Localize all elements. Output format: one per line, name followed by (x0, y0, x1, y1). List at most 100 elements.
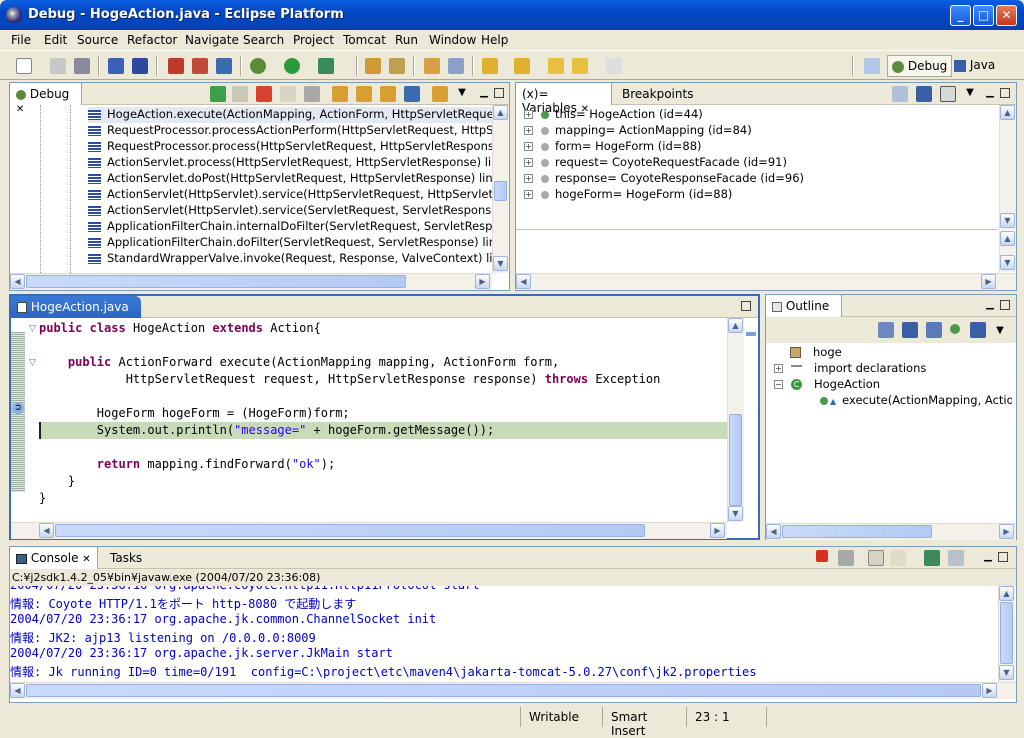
editor-vertical-scrollbar[interactable]: ▲ ▼ (727, 318, 744, 522)
last-edit-icon[interactable] (548, 58, 564, 74)
console-horizontal-scrollbar[interactable]: ◀ ▶ (10, 682, 1016, 699)
step-over-icon[interactable] (356, 86, 372, 102)
variable-row[interactable]: + mapping= ActionMapping (id=84) (524, 123, 994, 139)
code-line[interactable]: HogeForm hogeForm = (HogeForm)form; (39, 406, 350, 423)
terminate-icon[interactable] (816, 550, 828, 562)
variable-row[interactable]: + response= CoyoteResponseFacade (id=96) (524, 171, 994, 187)
tab-breakpoints[interactable]: Breakpoints (616, 83, 699, 105)
view-menu-icon[interactable]: ▼ (994, 325, 1006, 337)
search-icon[interactable] (389, 58, 405, 74)
outline-horizontal-scrollbar[interactable]: ◀ ▶ (766, 523, 1016, 540)
show-logical-structure-icon[interactable] (916, 86, 932, 102)
minimize-view-icon[interactable]: ▁ (984, 87, 996, 99)
debug-horizontal-scrollbar[interactable]: ◀ ▶ (10, 273, 492, 290)
external-tools-icon[interactable] (318, 58, 334, 74)
minimize-view-icon[interactable]: ▁ (478, 87, 490, 99)
stack-frame[interactable]: ApplicationFilterChain.doFilter(ServletR… (88, 235, 492, 251)
maximize-view-icon[interactable] (741, 301, 751, 311)
menu-edit[interactable]: Edit (44, 33, 67, 47)
next-annotation-icon[interactable] (482, 58, 498, 74)
menu-tomcat[interactable]: Tomcat (343, 33, 386, 47)
menu-help[interactable]: Help (481, 33, 508, 47)
minimize-button[interactable]: _ (950, 5, 971, 26)
tab-outline[interactable]: Outline ✕ (766, 295, 842, 327)
forward-icon[interactable] (606, 58, 622, 74)
close-icon[interactable]: ✕ (82, 554, 90, 565)
outline-item-imports[interactable]: + import declarations (774, 361, 1010, 377)
code-line[interactable]: HttpServletRequest request, HttpServletR… (39, 372, 661, 389)
maximize-view-icon[interactable] (494, 88, 504, 98)
view-menu-icon[interactable]: ▼ (456, 87, 468, 99)
display-console-icon[interactable] (948, 550, 964, 566)
minimize-view-icon[interactable]: ▁ (982, 551, 994, 563)
variable-row[interactable]: + this= HogeAction (id=44) (524, 107, 994, 123)
variable-row[interactable]: + request= CoyoteRequestFacade (id=91) (524, 155, 994, 171)
open-project-icon[interactable] (365, 58, 381, 74)
view-menu-icon[interactable]: ▼ (964, 87, 976, 99)
hide-static-icon[interactable] (926, 322, 942, 338)
editor-horizontal-scrollbar[interactable]: ◀ ▶ (11, 522, 727, 539)
tab-console[interactable]: Console ✕ (10, 547, 98, 569)
code-line[interactable]: public class HogeAction extends Action{ (39, 321, 321, 338)
toggle-breakpoint-icon[interactable] (168, 58, 184, 74)
fold-class-icon[interactable]: ▽ (29, 324, 36, 334)
pin-console-icon[interactable] (924, 550, 940, 566)
code-line[interactable]: public ActionForward execute(ActionMappi… (39, 355, 559, 372)
resume-icon[interactable] (210, 86, 226, 102)
code-line[interactable]: return mapping.findForward("ok"); (39, 457, 335, 474)
variables-vertical-scrollbar[interactable]: ▲ ▼ (999, 105, 1016, 230)
close-icon[interactable]: ✕ (16, 104, 24, 115)
tab-hogeaction-java[interactable]: HogeAction.java ✕ (11, 296, 141, 328)
debug-vertical-scrollbar[interactable]: ▲ ▼ (492, 105, 509, 273)
stack-frame[interactable]: ActionServlet.process(HttpServletRequest… (88, 155, 492, 171)
suspend-icon[interactable] (232, 86, 248, 102)
open-perspective-icon[interactable] (864, 58, 880, 74)
menu-source[interactable]: Source (77, 33, 118, 47)
close-button[interactable]: ✕ (996, 5, 1017, 26)
fold-method-icon[interactable]: ▽ (29, 358, 36, 368)
scroll-lock-icon[interactable] (868, 550, 884, 566)
back-icon[interactable] (572, 58, 588, 74)
new-icon[interactable] (16, 58, 32, 74)
detail-vertical-scrollbar[interactable]: ▲ ▼ (999, 231, 1016, 272)
tab-debug[interactable]: Debug ✕ (10, 83, 82, 115)
stack-frame[interactable]: HogeAction.execute(ActionMapping, Action… (88, 107, 492, 123)
remove-terminated-icon[interactable] (304, 86, 320, 102)
hide-nonpublic-icon[interactable] (950, 324, 960, 334)
open-type-hierarchy-icon[interactable] (132, 58, 148, 74)
stack-frame[interactable]: ActionServlet.doPost(HttpServletRequest,… (88, 171, 492, 187)
terminate-icon[interactable] (256, 86, 272, 102)
outline-item-class[interactable]: − C HogeAction (774, 377, 1010, 393)
stack-frame[interactable]: ApplicationFilterChain.internalDoFilter(… (88, 219, 492, 235)
tab-tasks[interactable]: Tasks (104, 547, 148, 569)
code-line-current[interactable]: System.out.println("message=" + hogeForm… (39, 423, 494, 440)
console-vertical-scrollbar[interactable]: ▲ ▼ (998, 586, 1015, 682)
variable-row[interactable]: + form= HogeForm (id=88) (524, 139, 994, 155)
drop-to-frame-icon[interactable] (404, 86, 420, 102)
step-into-icon[interactable] (332, 86, 348, 102)
disconnect-icon[interactable] (280, 86, 296, 102)
outline-item-method[interactable]: ▲execute(ActionMapping, ActionFc (820, 393, 1012, 409)
stack-frame[interactable]: ActionServlet(HttpServlet).service(Servl… (88, 203, 492, 219)
minimize-view-icon[interactable]: ▁ (984, 299, 996, 311)
menu-run[interactable]: Run (395, 33, 418, 47)
step-filters-icon[interactable] (432, 86, 448, 102)
tomcat-icon[interactable] (216, 58, 232, 74)
stack-frame[interactable]: RequestProcessor.processActionPerform(Ht… (88, 123, 492, 139)
debug-perspective-button[interactable]: Debug (887, 55, 953, 77)
step-return-icon[interactable] (380, 86, 396, 102)
tab-variables[interactable]: (x)= Variables ✕ (516, 83, 612, 115)
show-type-names-icon[interactable] (892, 86, 908, 102)
highlight-icon[interactable] (424, 58, 440, 74)
menu-navigate[interactable]: Navigate (185, 33, 239, 47)
code-line[interactable]: } (39, 474, 75, 491)
menu-refactor[interactable]: Refactor (127, 33, 177, 47)
remove-launch-icon[interactable] (838, 550, 854, 566)
overview-ruler-marker[interactable] (746, 332, 756, 336)
hide-local-types-icon[interactable] (970, 322, 986, 338)
show-source-icon[interactable] (448, 58, 464, 74)
clear-console-icon[interactable] (890, 550, 906, 566)
stack-frame[interactable]: RequestProcessor.process(HttpServletRequ… (88, 139, 492, 155)
save-icon[interactable] (50, 58, 66, 74)
menu-file[interactable]: File (11, 33, 31, 47)
